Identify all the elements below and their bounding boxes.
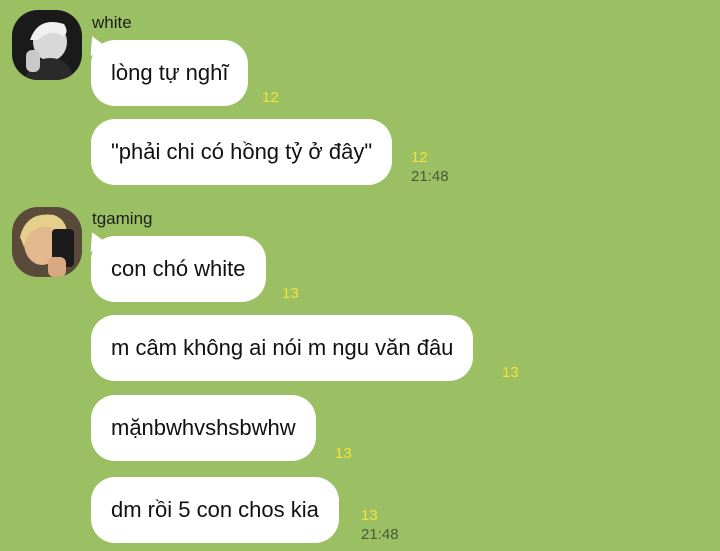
message-text: mặnbwhvshsbwhw xyxy=(111,415,296,440)
message-bubble[interactable]: lòng tự nghĩ xyxy=(91,40,249,106)
read-count: 13 xyxy=(502,364,519,381)
message-bubble[interactable]: dm rồi 5 con chos kia xyxy=(91,477,339,543)
message-text: lòng tự nghĩ xyxy=(111,60,229,85)
chat-area: white lòng tự nghĩ 12 "phải chi có hồng … xyxy=(0,0,720,551)
avatar-tgaming[interactable] xyxy=(12,207,82,277)
message-text: "phải chi có hồng tỷ ở đây" xyxy=(111,139,373,164)
sender-name: white xyxy=(92,13,132,32)
message-time: 21:48 xyxy=(361,526,399,543)
message-bubble[interactable]: "phải chi có hồng tỷ ở đây" xyxy=(91,119,393,185)
message-time: 21:48 xyxy=(411,168,449,185)
read-count: 13 xyxy=(335,445,352,462)
read-count: 13 xyxy=(361,507,378,524)
read-count: 12 xyxy=(411,149,428,166)
message-text: dm rồi 5 con chos kia xyxy=(111,497,319,522)
message-bubble[interactable]: mặnbwhvshsbwhw xyxy=(91,395,316,461)
message-bubble[interactable]: m câm không ai nói m ngu văn đâu xyxy=(91,315,474,381)
avatar-white[interactable] xyxy=(12,10,82,80)
read-count: 12 xyxy=(262,89,279,106)
message-text: con chó white xyxy=(111,256,246,281)
sender-name: tgaming xyxy=(92,209,153,228)
message-bubble[interactable]: con chó white xyxy=(91,236,266,302)
read-count: 13 xyxy=(282,285,299,302)
message-text: m câm không ai nói m ngu văn đâu xyxy=(111,335,454,360)
